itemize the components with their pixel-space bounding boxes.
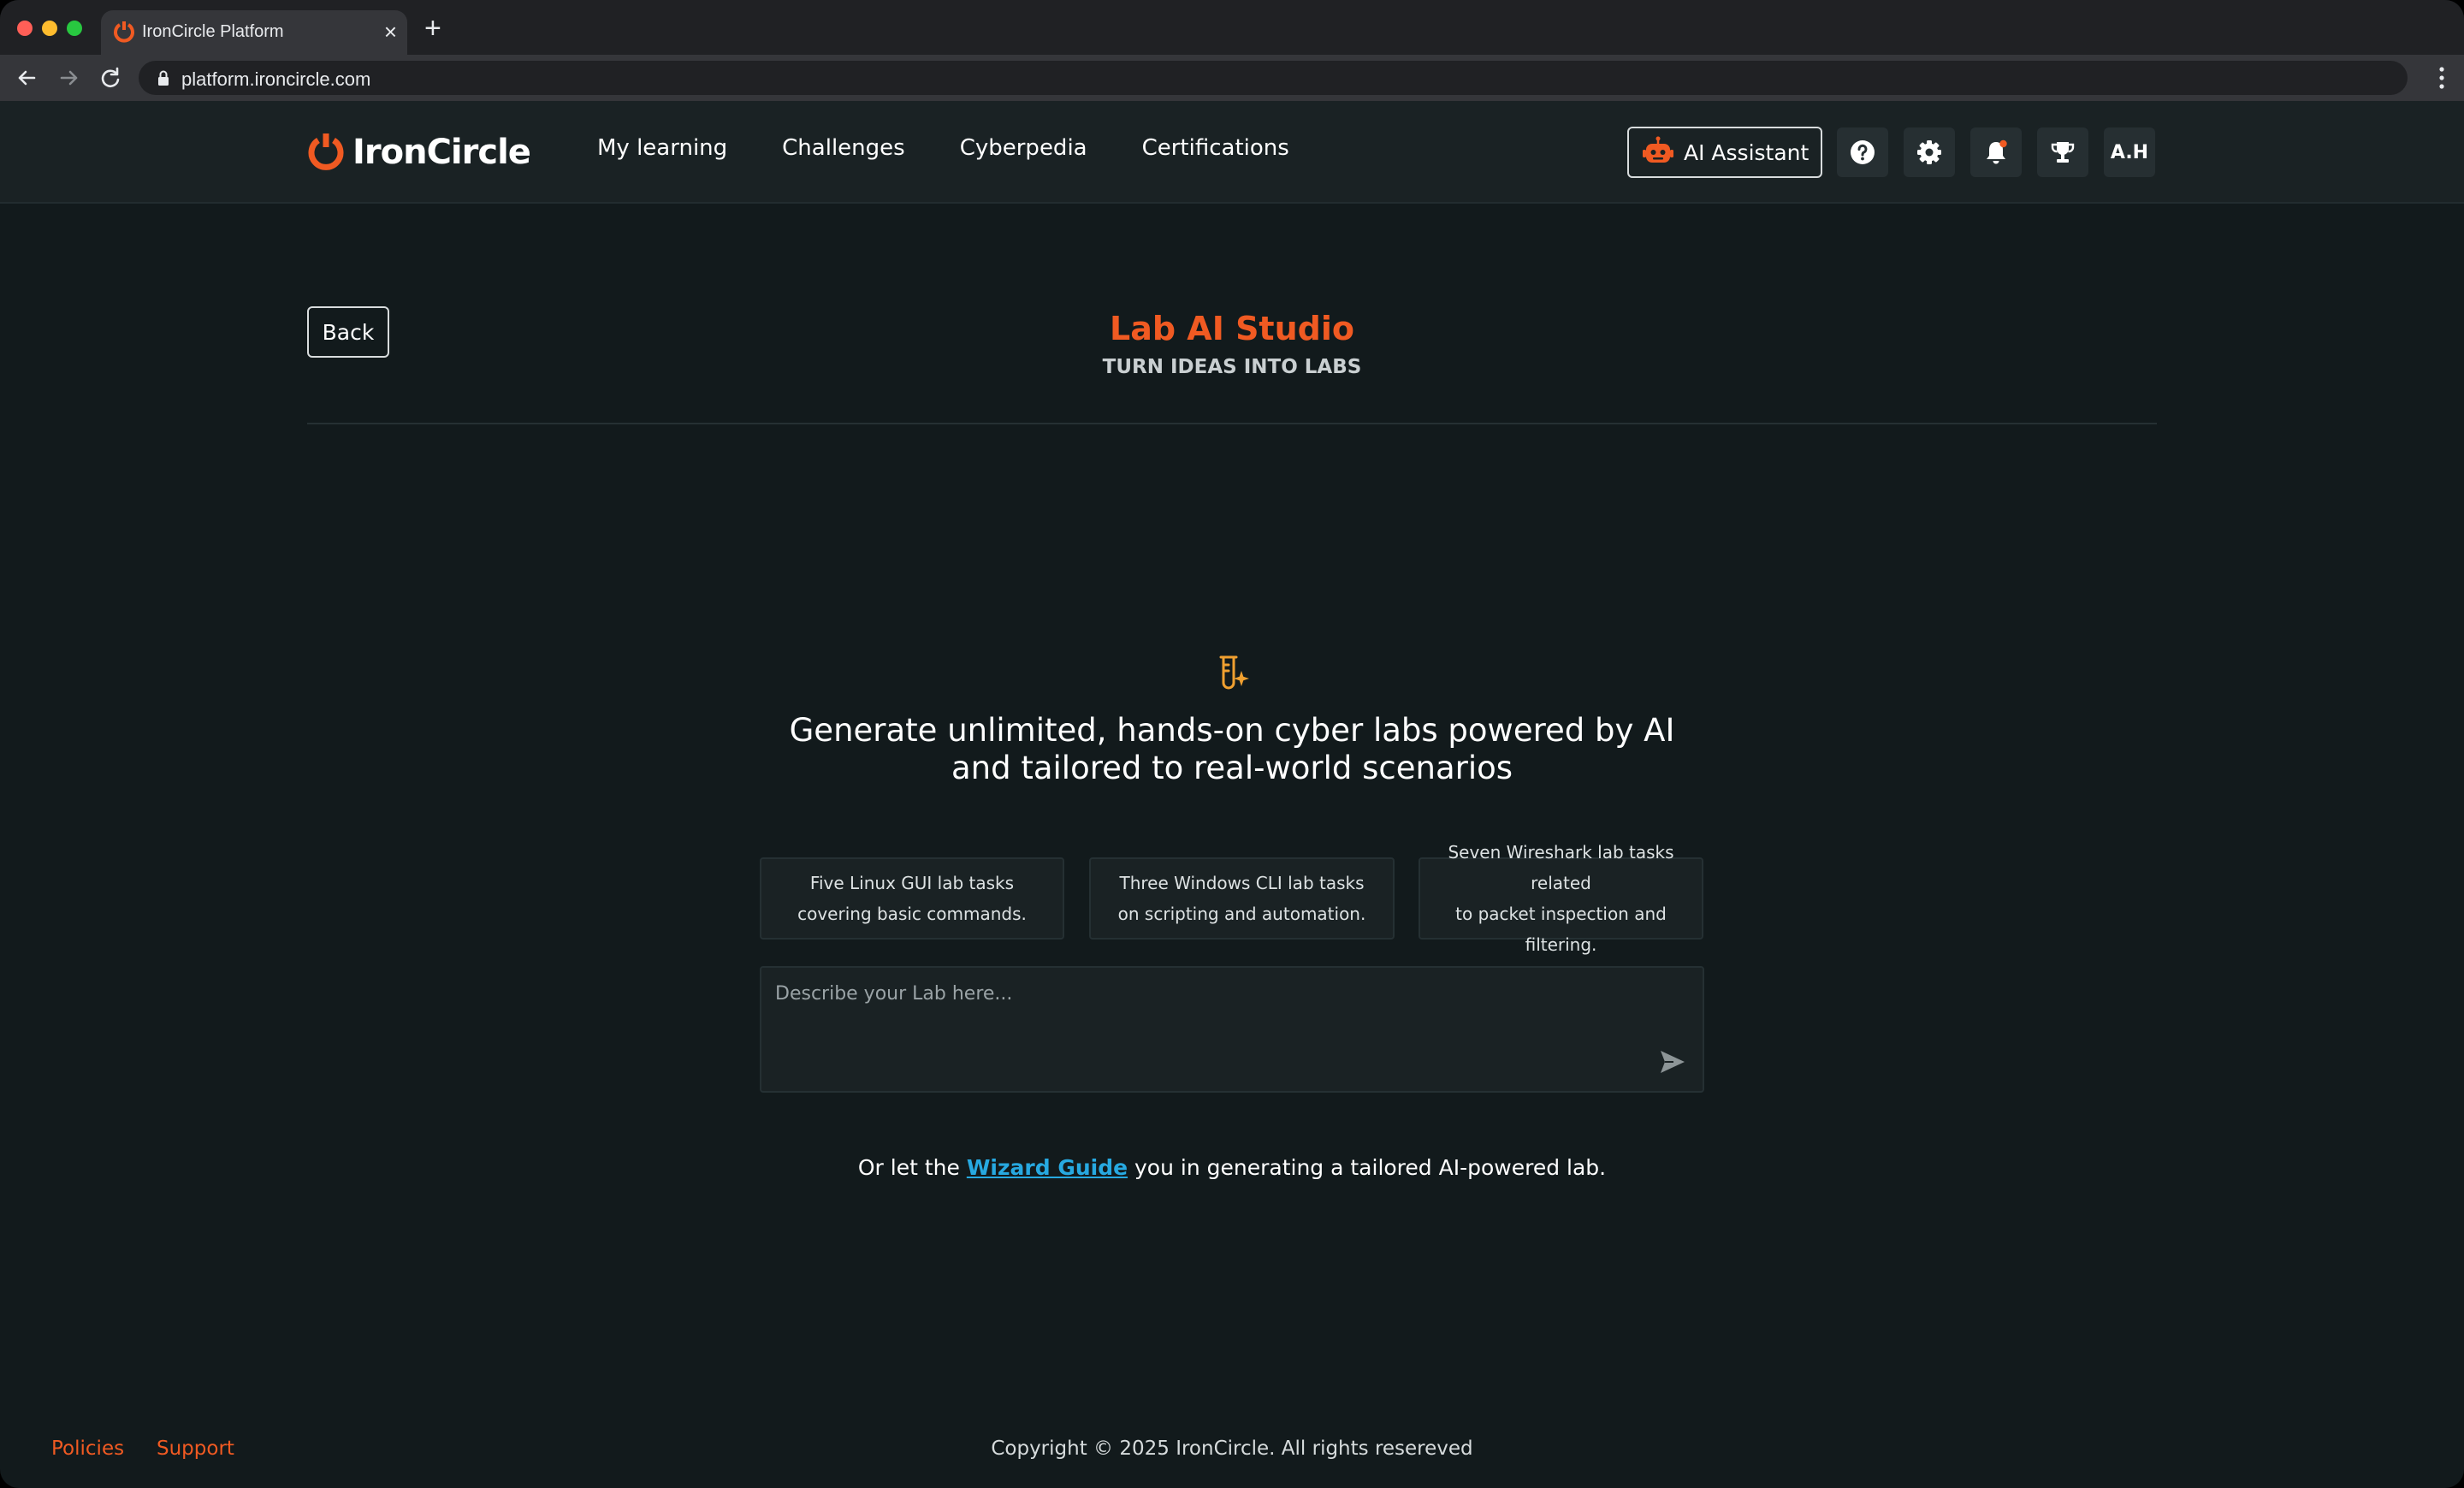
browser-tabstrip: IronCircle Platform × + <box>0 0 2464 55</box>
main-nav: My learning Challenges Cyberpedia Certif… <box>597 135 1344 161</box>
settings-icon <box>1917 140 1941 164</box>
wizard-guide-link[interactable]: Wizard Guide <box>967 1155 1128 1180</box>
ai-assistant-button[interactable]: AI Assistant <box>1627 127 1822 178</box>
hero-line-2: and tailored to real-world scenarios <box>951 750 1513 786</box>
browser-window: IronCircle Platform × + platform.ironcir… <box>0 0 2464 1488</box>
suggestion-line-2: on scripting and automation. <box>1117 904 1366 924</box>
user-avatar-button[interactable]: A.H <box>2104 127 2155 177</box>
tab-title: IronCircle Platform <box>142 22 284 41</box>
notification-bell-icon <box>1987 139 2007 164</box>
settings-button[interactable] <box>1904 127 1955 177</box>
hero-heading: Generate unlimited, hands-on cyber labs … <box>719 712 1745 787</box>
tab-close-icon[interactable]: × <box>384 21 397 43</box>
suggestion-line-1: Three Windows CLI lab tasks <box>1119 873 1365 893</box>
brand-name: IronCircle <box>352 133 531 172</box>
page-title: Lab AI Studio <box>1110 310 1354 347</box>
wizard-suffix: you in generating a tailored AI-powered … <box>1128 1155 1607 1180</box>
trophy-icon <box>2051 142 2075 163</box>
help-button[interactable] <box>1837 127 1888 177</box>
site-header: IronCircle My learning Challenges Cyberp… <box>0 101 2464 204</box>
nav-certifications[interactable]: Certifications <box>1142 135 1289 161</box>
footer-support-link[interactable]: Support <box>157 1438 234 1460</box>
suggestion-card-wireshark[interactable]: Seven Wireshark lab tasks related to pac… <box>1419 842 1703 955</box>
ironcircle-favicon-icon <box>114 21 134 43</box>
suggestion-line-1: Seven Wireshark lab tasks related <box>1448 842 1674 893</box>
address-bar[interactable]: platform.ironcircle.com <box>139 61 2408 95</box>
footer-policies-link[interactable]: Policies <box>51 1438 124 1460</box>
url-text: platform.ironcircle.com <box>181 68 371 90</box>
page-subtitle: TURN IDEAS INTO LABS <box>1102 356 1362 378</box>
brand-logo[interactable]: IronCircle <box>306 130 531 175</box>
header-divider <box>307 423 2157 424</box>
send-icon[interactable] <box>1658 1048 1687 1076</box>
nav-my-learning[interactable]: My learning <box>597 135 727 161</box>
hero-line-1: Generate unlimited, hands-on cyber labs … <box>789 712 1675 749</box>
suggestion-line-2: to packet inspection and filtering. <box>1455 904 1667 955</box>
close-window-button[interactable] <box>17 21 33 36</box>
ironcircle-logo-icon <box>308 133 344 170</box>
lock-icon <box>158 70 169 86</box>
nav-cyberpedia[interactable]: Cyberpedia <box>960 135 1087 161</box>
suggestion-card-windows[interactable]: Three Windows CLI lab tasks on scripting… <box>1089 857 1395 940</box>
wizard-guide-prompt: Or let the Wizard Guide you in generatin… <box>719 1155 1745 1180</box>
lab-description-composer <box>760 966 1704 1093</box>
back-button[interactable]: Back <box>307 306 389 358</box>
wizard-prefix: Or let the <box>857 1155 967 1180</box>
suggestion-line-2: covering basic commands. <box>797 904 1027 924</box>
back-arrow-icon[interactable] <box>12 63 41 92</box>
nav-challenges[interactable]: Challenges <box>782 135 905 161</box>
leaderboard-button[interactable] <box>2037 127 2088 177</box>
notification-dot <box>1999 139 2007 148</box>
lab-flask-icon <box>1219 655 1249 690</box>
footer-copyright: Copyright © 2025 IronCircle. All rights … <box>991 1438 1473 1460</box>
suggestion-card-linux[interactable]: Five Linux GUI lab tasks covering basic … <box>760 857 1064 940</box>
help-icon <box>1851 140 1875 164</box>
reload-icon[interactable] <box>96 63 125 92</box>
minimize-window-button[interactable] <box>42 21 57 36</box>
browser-toolbar: platform.ironcircle.com <box>0 55 2464 101</box>
ai-assistant-label: AI Assistant <box>1684 139 1810 165</box>
forward-arrow-icon[interactable] <box>55 63 84 92</box>
browser-tab[interactable]: IronCircle Platform × <box>101 10 407 55</box>
notifications-button[interactable] <box>1970 127 2022 177</box>
maximize-window-button[interactable] <box>67 21 82 36</box>
robot-icon <box>1643 136 1673 163</box>
suggestion-line-1: Five Linux GUI lab tasks <box>809 873 1015 893</box>
lab-description-input[interactable] <box>775 983 1631 1077</box>
avatar-initials: A.H <box>2110 141 2149 163</box>
browser-menu-icon[interactable] <box>2438 65 2445 91</box>
new-tab-button[interactable]: + <box>424 14 441 43</box>
